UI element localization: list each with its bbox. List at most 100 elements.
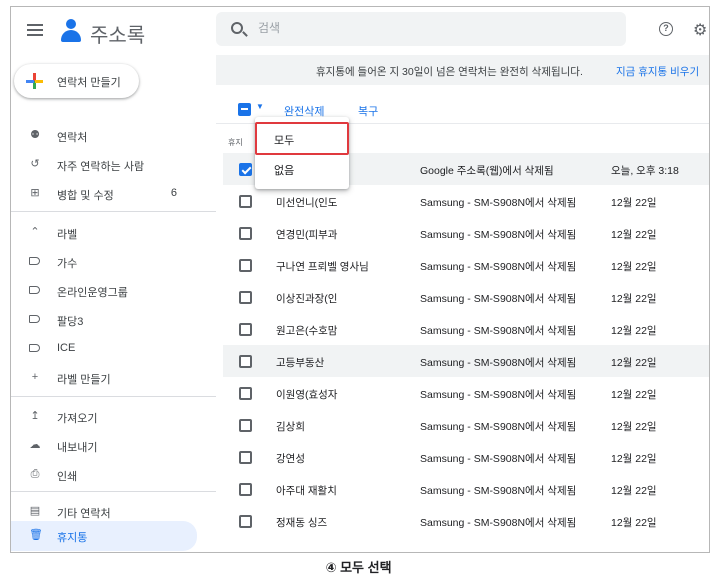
chevron-down-icon[interactable]: ▼ [256, 102, 264, 111]
contact-name: 구나연 프뢰벨 영사님 [276, 261, 369, 273]
deleted-source: Samsung - SM-S908N에서 삭제됨 [420, 453, 577, 465]
highlight-box [255, 122, 349, 155]
empty-trash-link[interactable]: 지금 휴지통 비우기 [616, 64, 699, 79]
sidebar-item-label: 기타 연락처 [57, 508, 111, 520]
sidebar-item-contacts[interactable]: ⚉ 연락처 [11, 121, 197, 149]
deleted-date: 12월 22일 [611, 293, 657, 305]
row-checkbox[interactable] [239, 323, 252, 336]
row-checkbox[interactable] [239, 163, 252, 176]
row-checkbox[interactable] [239, 291, 252, 304]
sidebar-item-label-online-group[interactable]: 온라인운영그룹 [11, 276, 197, 304]
table-row[interactable]: 연경민(피부과 Samsung - SM-S908N에서 삭제됨 12월 22일 [223, 217, 709, 249]
deleted-date: 12월 22일 [611, 197, 657, 209]
table-row[interactable]: 김상희 Samsung - SM-S908N에서 삭제됨 12월 22일 [223, 409, 709, 441]
select-all-checkbox[interactable] [238, 103, 251, 116]
figure-caption: ④ 모두 선택 [325, 560, 392, 575]
sidebar-item-print[interactable]: ⎙ 인쇄 [11, 460, 197, 488]
deleted-source: Samsung - SM-S908N에서 삭제됨 [420, 421, 577, 433]
section-label: 휴지 [228, 138, 243, 147]
contact-name: 원고은(수호맘 [276, 325, 338, 337]
sidebar-item-label-singer[interactable]: 가수 [11, 247, 197, 275]
row-checkbox[interactable] [239, 259, 252, 272]
sidebar-item-frequent[interactable]: ↺ 자주 연락하는 사람 [11, 150, 197, 178]
restore-button[interactable]: 복구 [358, 103, 378, 119]
sidebar-item-import[interactable]: ↥ 가져오기 [11, 402, 197, 430]
sidebar-item-label: 자주 연락하는 사람 [57, 161, 145, 173]
select-none-label: 없음 [274, 165, 295, 177]
sidebar-item-label: 인쇄 [57, 471, 78, 483]
contact-name: 이상진과장(인 [276, 293, 338, 305]
deleted-date: 12월 22일 [611, 485, 657, 497]
label-icon [29, 286, 40, 294]
app-title: 주소록 [90, 25, 146, 47]
row-checkbox[interactable] [239, 227, 252, 240]
table-row[interactable]: 아주대 재활치 Samsung - SM-S908N에서 삭제됨 12월 22일 [223, 473, 709, 505]
table-row[interactable]: 이원영(효성자 Samsung - SM-S908N에서 삭제됨 12월 22일 [223, 377, 709, 409]
divider [11, 211, 216, 212]
sidebar-item-label: 라벨 만들기 [57, 374, 111, 386]
deleted-source: Samsung - SM-S908N에서 삭제됨 [420, 357, 577, 369]
archive-icon: ▤ [29, 505, 41, 517]
deleted-source: Samsung - SM-S908N에서 삭제됨 [420, 229, 577, 241]
sidebar-item-label-ice[interactable]: ICE [11, 334, 197, 362]
row-checkbox[interactable] [239, 515, 252, 528]
labels-header[interactable]: ⌃ 라벨 [11, 218, 197, 246]
row-checkbox[interactable] [239, 355, 252, 368]
merge-count-badge: 6 [170, 187, 177, 199]
contact-name: 이원영(효성자 [276, 389, 338, 401]
sidebar-item-create-label[interactable]: + 라벨 만들기 [11, 363, 197, 391]
print-icon: ⎙ [30, 468, 40, 480]
menu-icon[interactable] [27, 24, 43, 36]
sidebar-item-label: 가수 [57, 258, 78, 270]
deleted-source: Samsung - SM-S908N에서 삭제됨 [420, 325, 577, 337]
contact-name: 미선언니(인도 [276, 197, 338, 209]
sidebar-item-label: 가져오기 [57, 413, 98, 425]
sidebar-item-label-paldang3[interactable]: 팔당3 [11, 305, 197, 333]
create-contact-button[interactable]: 연락처 만들기 [14, 64, 139, 98]
contact-name: 아주대 재활치 [276, 485, 337, 497]
row-checkbox[interactable] [239, 419, 252, 432]
deleted-source: Samsung - SM-S908N에서 삭제됨 [420, 197, 577, 209]
deleted-date: 12월 22일 [611, 261, 657, 273]
search-bar[interactable] [216, 12, 626, 46]
table-row[interactable]: 미선언니(인도 Samsung - SM-S908N에서 삭제됨 12월 22일 [223, 185, 709, 217]
label-icon [29, 257, 40, 265]
label-icon [29, 315, 40, 323]
search-icon[interactable] [231, 22, 243, 34]
sidebar-item-trash[interactable]: 🗑 휴지통 [11, 521, 197, 551]
sidebar-item-label: 휴지통 [57, 532, 88, 544]
help-icon[interactable]: ? [659, 22, 673, 36]
row-checkbox[interactable] [239, 387, 252, 400]
create-contact-label: 연락처 만들기 [57, 77, 121, 89]
row-checkbox[interactable] [239, 195, 252, 208]
person-icon: ⚉ [30, 129, 40, 141]
table-row[interactable]: 원고은(수호맘 Samsung - SM-S908N에서 삭제됨 12월 22일 [223, 313, 709, 345]
deleted-date: 오늘, 오후 3:18 [611, 165, 679, 177]
sidebar: 주소록 연락처 만들기 ⚉ 연락처 ↺ 자주 연락하는 사람 ⊞ 병합 및 수정… [11, 7, 216, 552]
table-row[interactable]: 이상진과장(인 Samsung - SM-S908N에서 삭제됨 12월 22일 [223, 281, 709, 313]
select-none-option[interactable]: 없음 [255, 153, 349, 183]
search-input[interactable] [258, 21, 558, 35]
contact-name: 정재동 싱즈 [276, 517, 328, 529]
upload-icon: ↥ [30, 410, 40, 422]
main-panel: ? ⚙ 휴지통에 들어온 지 30일이 넘은 연락처는 완전히 삭제됩니다. 지… [216, 7, 709, 552]
table-row[interactable]: 강연성 Samsung - SM-S908N에서 삭제됨 12월 22일 [223, 441, 709, 473]
row-checkbox[interactable] [239, 451, 252, 464]
gear-icon[interactable]: ⚙ [693, 20, 707, 40]
row-checkbox[interactable] [239, 483, 252, 496]
label-icon [29, 344, 40, 352]
contact-name: 김상희 [276, 421, 305, 433]
deleted-date: 12월 22일 [611, 421, 657, 433]
sidebar-item-label: 온라인운영그룹 [57, 287, 128, 299]
table-row[interactable]: 정재동 싱즈 Samsung - SM-S908N에서 삭제됨 12월 22일 [223, 505, 709, 537]
sidebar-item-label: 팔당3 [57, 316, 84, 328]
merge-icon: ⊞ [30, 187, 40, 199]
sidebar-item-label: 연락처 [57, 132, 88, 144]
deleted-source: Google 주소록(웹)에서 삭제됨 [420, 165, 554, 177]
contact-name: 연경민(피부과 [276, 229, 338, 241]
table-row[interactable]: 구나연 프뢰벨 영사님 Samsung - SM-S908N에서 삭제됨 12월… [223, 249, 709, 281]
table-row[interactable]: 고등부동산 Samsung - SM-S908N에서 삭제됨 12월 22일 [223, 345, 709, 377]
sidebar-item-merge[interactable]: ⊞ 병합 및 수정 6 [11, 179, 197, 207]
sidebar-item-export[interactable]: ☁ 내보내기 [11, 431, 197, 459]
deleted-source: Samsung - SM-S908N에서 삭제됨 [420, 485, 577, 497]
